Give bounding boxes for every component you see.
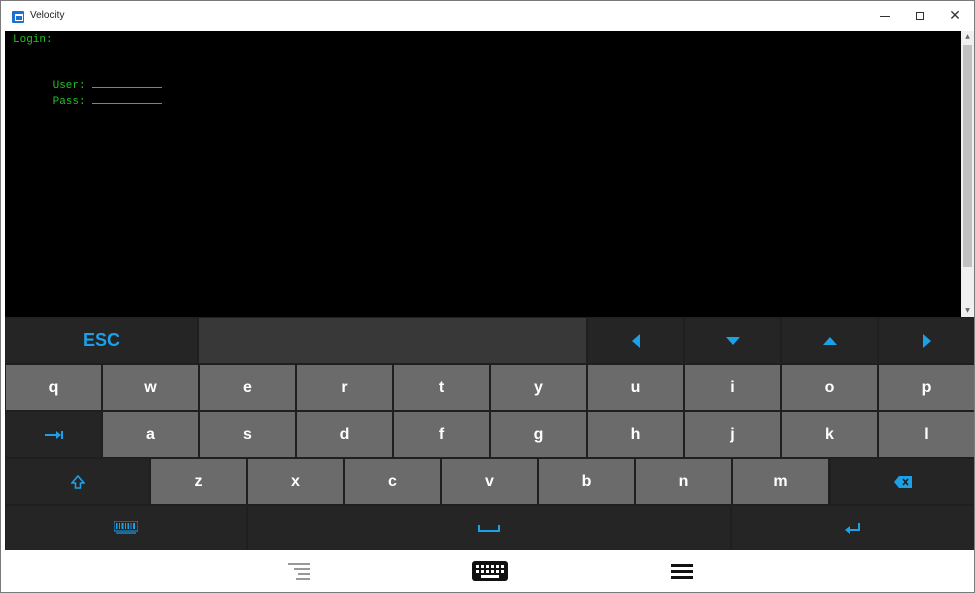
enter-key[interactable] [732, 506, 974, 550]
key-k[interactable]: k [782, 412, 877, 457]
enter-icon [845, 523, 860, 534]
minimize-icon [880, 15, 890, 17]
arrow-left-key[interactable] [588, 318, 683, 363]
key-h[interactable]: h [588, 412, 683, 457]
close-button[interactable]: ✕ [940, 5, 970, 27]
close-icon: ✕ [949, 8, 961, 24]
window-title: Velocity [30, 10, 65, 21]
key-l[interactable]: l [879, 412, 974, 457]
key-t[interactable]: t [394, 365, 489, 410]
soft-keyboard: ESC q w e r t y u i o p a s d f g h j k … [5, 317, 974, 550]
arrow-right-key[interactable] [879, 318, 974, 363]
key-n[interactable]: n [636, 459, 731, 504]
title-bar: Velocity ✕ [1, 1, 974, 31]
terminal-screen[interactable]: Login: User: Pass: [5, 31, 961, 317]
shift-icon [70, 474, 85, 489]
minimize-button[interactable] [870, 5, 900, 27]
arrow-down-icon [725, 336, 740, 345]
bottom-toolbar [5, 550, 974, 592]
key-m[interactable]: m [733, 459, 828, 504]
key-v[interactable]: v [442, 459, 537, 504]
key-p[interactable]: p [879, 365, 974, 410]
key-w[interactable]: w [103, 365, 198, 410]
menu-button[interactable] [665, 558, 699, 584]
key-x[interactable]: x [248, 459, 343, 504]
key-z[interactable]: z [151, 459, 246, 504]
velocity-app-icon [12, 11, 24, 23]
key-u[interactable]: u [588, 365, 683, 410]
text-align-button[interactable] [281, 558, 317, 584]
app-window: Velocity ✕ Login: User: Pass: ▲ ▼ ESC q … [0, 0, 975, 593]
arrow-right-icon [922, 333, 931, 348]
backspace-icon [893, 475, 912, 488]
key-j[interactable]: j [685, 412, 780, 457]
arrow-up-key[interactable] [782, 318, 877, 363]
scroll-down-icon[interactable]: ▼ [961, 305, 974, 317]
key-i[interactable]: i [685, 365, 780, 410]
arrow-up-icon [822, 336, 837, 345]
scroll-up-icon[interactable]: ▲ [961, 31, 974, 43]
function-bar-blank [199, 318, 586, 363]
keyboard-toggle-button[interactable] [468, 558, 512, 584]
tab-key[interactable] [6, 412, 101, 457]
text-align-icon [288, 563, 310, 580]
scrollbar-thumb[interactable] [963, 45, 972, 267]
pass-row: Pass: [13, 82, 162, 120]
key-b[interactable]: b [539, 459, 634, 504]
keyboard-icon [472, 561, 508, 581]
key-d[interactable]: d [297, 412, 392, 457]
key-q[interactable]: q [6, 365, 101, 410]
key-o[interactable]: o [782, 365, 877, 410]
key-c[interactable]: c [345, 459, 440, 504]
arrow-down-key[interactable] [685, 318, 780, 363]
pass-field[interactable] [91, 94, 162, 104]
space-key[interactable] [248, 506, 730, 550]
maximize-icon [916, 12, 924, 20]
backspace-key[interactable] [831, 459, 974, 504]
vertical-scrollbar[interactable]: ▲ ▼ [961, 31, 974, 317]
key-g[interactable]: g [491, 412, 586, 457]
maximize-button[interactable] [905, 5, 935, 27]
tab-icon [44, 430, 63, 439]
key-s[interactable]: s [200, 412, 295, 457]
menu-icon [671, 564, 693, 579]
barcode-scan-key[interactable] [6, 506, 246, 550]
shift-key[interactable] [6, 459, 149, 504]
space-icon [478, 525, 500, 532]
key-f[interactable]: f [394, 412, 489, 457]
arrow-left-icon [631, 333, 640, 348]
key-e[interactable]: e [200, 365, 295, 410]
barcode-icon [114, 521, 138, 534]
key-r[interactable]: r [297, 365, 392, 410]
key-y[interactable]: y [491, 365, 586, 410]
pass-label: Pass: [52, 96, 86, 108]
login-prompt: Login: [13, 34, 53, 46]
esc-key[interactable]: ESC [6, 318, 197, 363]
key-a[interactable]: a [103, 412, 198, 457]
